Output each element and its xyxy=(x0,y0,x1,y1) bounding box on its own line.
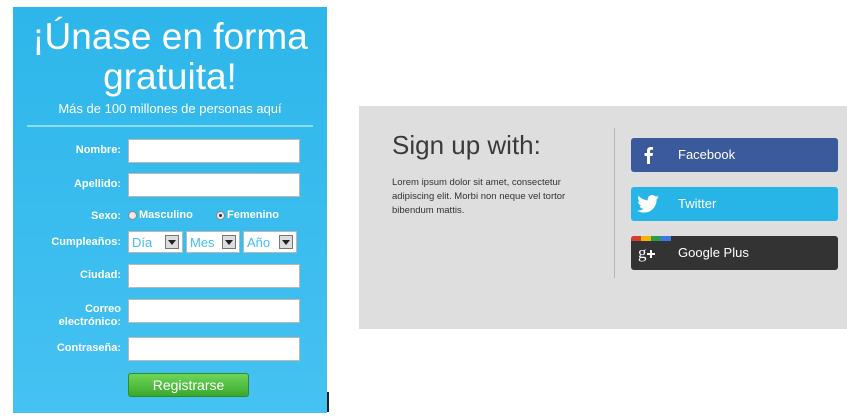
chevron-down-icon[interactable] xyxy=(222,235,236,249)
radio-button-selected-icon[interactable] xyxy=(216,210,225,220)
city-input[interactable] xyxy=(128,264,300,288)
email-input[interactable] xyxy=(128,299,300,323)
sex-radio-male[interactable]: Masculino xyxy=(128,209,193,221)
social-signup-panel: Sign up with: Lorem ipsum dolor sit amet… xyxy=(359,106,847,329)
sex-radio-female[interactable]: Femenino xyxy=(216,209,279,221)
facebook-icon xyxy=(631,138,665,172)
first-name-label: Nombre: xyxy=(75,144,121,156)
radio-button-icon[interactable] xyxy=(128,210,137,220)
birthday-month-select[interactable]: Mes xyxy=(186,231,240,253)
social-signup-title: Sign up with: xyxy=(392,130,541,160)
facebook-signup-button[interactable]: Facebook xyxy=(631,138,838,172)
google-plus-icon: g xyxy=(631,236,665,270)
sex-option-female-label: Femenino xyxy=(227,209,279,221)
google-plus-signup-button[interactable]: g Google Plus xyxy=(631,236,838,270)
sex-label: Sexo: xyxy=(91,210,121,222)
signup-title-line1: ¡Únase en forma xyxy=(32,16,308,57)
email-label: Correo electrónico: xyxy=(13,303,121,329)
email-label-line2: electrónico: xyxy=(58,316,121,328)
password-input[interactable] xyxy=(128,337,300,361)
twitter-button-label: Twitter xyxy=(678,196,717,211)
facebook-button-label: Facebook xyxy=(678,147,736,162)
birthday-day-value: Día xyxy=(132,234,153,250)
signup-subtitle: Más de 100 millones de personas aquí xyxy=(58,101,282,116)
vertical-divider xyxy=(614,128,615,278)
svg-text:g: g xyxy=(638,243,647,262)
birthday-month-value: Mes xyxy=(190,234,215,250)
last-name-label: Apellido: xyxy=(73,178,121,190)
register-button[interactable]: Registrarse xyxy=(128,373,249,397)
signup-form-panel: ¡Únase en forma gratuita! Más de 100 mil… xyxy=(13,7,327,413)
password-label: Contraseña: xyxy=(56,342,121,354)
birthday-label: Cumpleaños: xyxy=(51,236,121,248)
birthday-year-select[interactable]: Año xyxy=(243,231,297,253)
twitter-bird-icon xyxy=(631,187,665,221)
form-divider xyxy=(27,125,313,127)
twitter-signup-button[interactable]: Twitter xyxy=(631,187,838,221)
city-label: Ciudad: xyxy=(80,269,121,281)
first-name-input[interactable] xyxy=(128,139,300,163)
sex-option-male-label: Masculino xyxy=(139,209,193,221)
signup-title: ¡Únase en forma gratuita! xyxy=(13,17,327,97)
panel-edge-line xyxy=(327,392,329,412)
social-signup-description: Lorem ipsum dolor sit amet, consectetur … xyxy=(392,177,566,216)
chevron-down-icon[interactable] xyxy=(279,235,293,249)
chevron-down-icon[interactable] xyxy=(165,235,179,249)
last-name-input[interactable] xyxy=(128,173,300,197)
birthday-year-value: Año xyxy=(247,234,271,250)
google-plus-button-label: Google Plus xyxy=(678,245,749,260)
signup-title-line2: gratuita! xyxy=(103,56,237,97)
birthday-day-select[interactable]: Día xyxy=(128,231,183,253)
email-label-line1: Correo xyxy=(84,303,121,315)
